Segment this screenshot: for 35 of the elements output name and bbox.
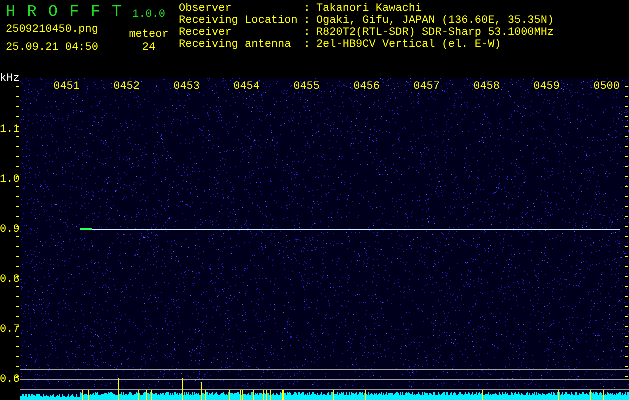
time-label: 0457: [412, 81, 440, 93]
frequency-label: 0.6: [0, 374, 17, 386]
colon-separator: :: [304, 15, 310, 27]
time-label: 0452: [112, 81, 140, 93]
version-label: 1.0.0: [132, 9, 166, 21]
info-label: Receiving Location: [179, 15, 298, 27]
frequency-label: 0.8: [0, 274, 17, 286]
frequency-label: 1.0: [0, 174, 17, 186]
info-label: Observer: [179, 3, 233, 15]
time-label: 0451: [52, 81, 80, 93]
info-value: Ogaki, Gifu, JAPAN (136.60E, 35.35N): [316, 15, 554, 27]
frequency-label: 1.1: [0, 124, 17, 136]
date-time: 25.09.21 04:50: [6, 42, 100, 54]
frequency-label: 0.9: [0, 224, 17, 236]
info-label: Receiver: [179, 27, 233, 39]
frequency-label: 0.7: [0, 324, 17, 336]
info-value: Takanori Kawachi: [316, 3, 424, 15]
time-label: 0459: [532, 81, 560, 93]
colon-separator: :: [304, 27, 310, 39]
meteor-label: meteor: [129, 29, 169, 41]
time-label: 0500: [592, 81, 620, 93]
time-label: 0453: [172, 81, 200, 93]
colon-separator: :: [304, 39, 310, 51]
meteor-count: 24: [142, 42, 156, 54]
info-value: R820T2(RTL-SDR) SDR-Sharp 53.1000MHz: [316, 27, 554, 39]
time-label: 0456: [352, 81, 380, 93]
time-label: 0455: [292, 81, 320, 93]
unit-label: kHz: [0, 73, 20, 85]
info-value: 2el-HB9CV Vertical (el. E-W): [316, 39, 502, 51]
app-title: H R O F F T: [6, 3, 119, 21]
time-label: 0458: [472, 81, 500, 93]
info-label: Receiving antenna: [179, 39, 292, 51]
colon-separator: :: [304, 3, 310, 15]
time-label: 0454: [232, 81, 260, 93]
file-name: 2509210450.png: [6, 24, 100, 36]
